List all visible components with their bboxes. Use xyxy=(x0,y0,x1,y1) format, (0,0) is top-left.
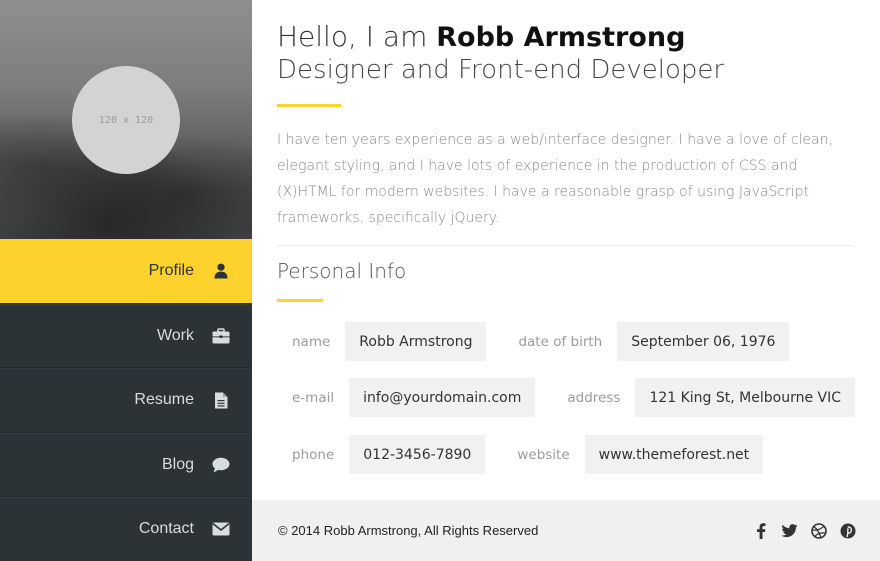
main-content: Hello, I am Robb Armstrong Designer and … xyxy=(252,0,880,500)
user-icon xyxy=(212,262,230,280)
address-label: address xyxy=(567,389,621,406)
footer: © 2014 Robb Armstrong, All Rights Reserv… xyxy=(252,500,880,561)
sidebar: 120 x 120 Profile Work Resume Blog Conta… xyxy=(0,0,252,561)
dob-value: September 06, 1976 xyxy=(617,322,790,361)
info-row-1: name Robb Armstrong date of birth Septem… xyxy=(277,322,790,361)
email-value[interactable]: info@yourdomain.com xyxy=(349,378,536,417)
nav-item-work[interactable]: Work xyxy=(0,303,252,368)
nav-item-blog[interactable]: Blog xyxy=(0,432,252,497)
website-label: website xyxy=(517,446,570,463)
name-label: name xyxy=(292,333,331,350)
nav-item-profile[interactable]: Profile xyxy=(0,239,252,304)
name-value: Robb Armstrong xyxy=(345,322,487,361)
nav-item-label: Profile xyxy=(148,261,194,279)
personal-info-title: Personal Info xyxy=(277,259,407,283)
phone-value: 012-3456-7890 xyxy=(349,435,486,474)
nav-item-contact[interactable]: Contact xyxy=(0,497,252,561)
document-icon xyxy=(212,391,230,409)
nav-item-label: Contact xyxy=(138,520,194,538)
facebook-icon[interactable] xyxy=(752,522,769,539)
section-divider xyxy=(277,245,852,246)
title-accent-line xyxy=(277,104,341,107)
greeting-text: Hello, I am xyxy=(277,20,437,53)
email-label: e-mail xyxy=(292,389,335,406)
nav-item-label: Work xyxy=(156,326,194,344)
nav-item-resume[interactable]: Resume xyxy=(0,368,252,433)
dribbble-icon[interactable] xyxy=(810,522,827,539)
twitter-icon[interactable] xyxy=(781,522,798,539)
cover-image: 120 x 120 xyxy=(0,0,252,239)
phone-label: phone xyxy=(292,446,335,463)
info-row-2: e-mail info@yourdomain.com address 121 K… xyxy=(277,378,856,417)
dob-label: date of birth xyxy=(518,333,603,350)
info-row-3: phone 012-3456-7890 website www.themefor… xyxy=(277,435,764,474)
section-accent-line xyxy=(277,299,323,302)
main-nav: Profile Work Resume Blog Contact xyxy=(0,239,252,561)
avatar: 120 x 120 xyxy=(72,66,180,174)
profile-role: Designer and Front-end Developer xyxy=(277,55,725,85)
copyright-text: © 2014 Robb Armstrong, All Rights Reserv… xyxy=(278,523,539,538)
page-title: Hello, I am Robb Armstrong Designer and … xyxy=(277,20,724,87)
address-value: 121 King St, Melbourne VIC xyxy=(635,378,856,417)
chat-bubble-icon xyxy=(212,456,230,474)
avatar-placeholder-text: 120 x 120 xyxy=(98,114,154,126)
briefcase-icon xyxy=(212,327,230,345)
nav-item-label: Resume xyxy=(134,391,194,409)
envelope-icon xyxy=(212,520,230,538)
profile-name: Robb Armstrong xyxy=(436,22,686,53)
nav-item-label: Blog xyxy=(161,455,194,473)
pinterest-icon[interactable] xyxy=(839,522,856,539)
website-value[interactable]: www.themeforest.net xyxy=(584,435,764,474)
social-links xyxy=(752,522,856,539)
profile-bio: I have ten years experience as a web/int… xyxy=(277,132,833,226)
